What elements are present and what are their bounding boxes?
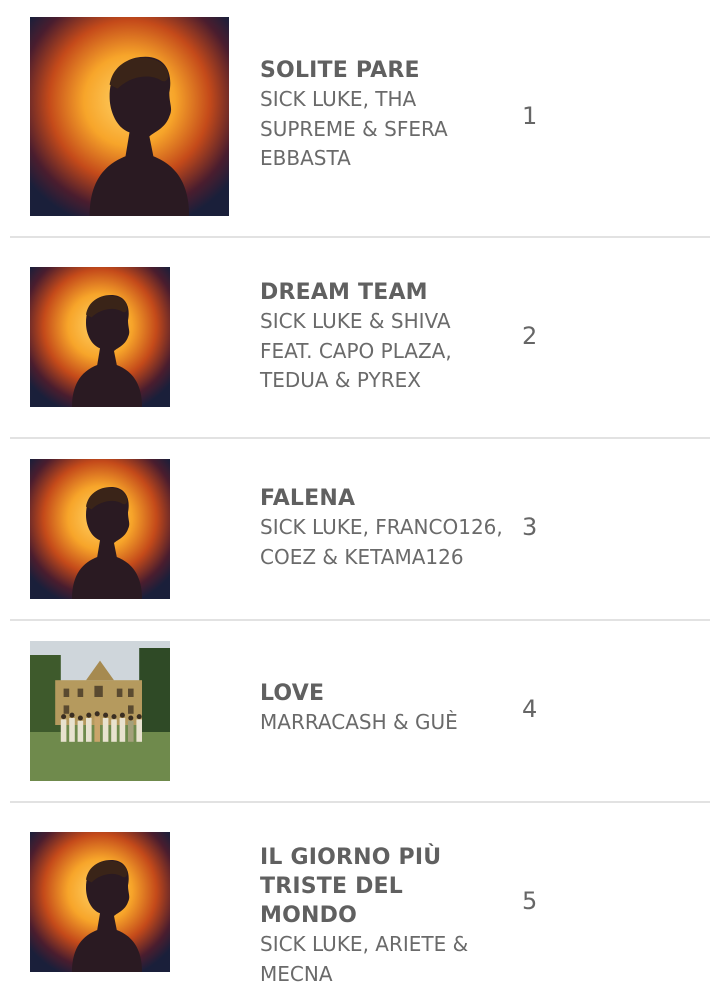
song-title: IL GIORNO PIÙ TRISTE DEL MONDO	[260, 845, 442, 928]
chart-rank: 4	[522, 695, 538, 723]
chart-list: SOLITE PARE SICK LUKE, THA SUPREME & SFE…	[0, 0, 720, 996]
song-artist: MARRACASH & GUÈ	[260, 710, 458, 734]
chart-rank: 3	[522, 513, 538, 541]
album-cover-portrait	[30, 832, 170, 972]
chart-row[interactable]: DREAM TEAM SICK LUKE & SHIVA FEAT. CAPO …	[10, 238, 710, 439]
chart-rank: 1	[522, 102, 538, 130]
chart-rank: 2	[522, 322, 538, 350]
song-artist: SICK LUKE, THA SUPREME & SFERA EBBASTA	[260, 87, 448, 170]
album-cover-portrait	[30, 267, 170, 407]
chart-row[interactable]: LOVE MARRACASH & GUÈ 4	[10, 621, 710, 803]
song-title: DREAM TEAM	[260, 280, 428, 305]
chart-row[interactable]: IL GIORNO PIÙ TRISTE DEL MONDO SICK LUKE…	[10, 803, 710, 996]
song-title: SOLITE PARE	[260, 58, 420, 83]
song-artist: SICK LUKE, ARIETE & MECNA	[260, 932, 469, 986]
song-title: FALENA	[260, 486, 356, 511]
album-cover-portrait	[30, 459, 170, 599]
album-cover-group-villa	[30, 641, 170, 781]
song-artist: SICK LUKE, FRANCO126, COEZ & KETAMA126	[260, 515, 503, 569]
chart-row[interactable]: SOLITE PARE SICK LUKE, THA SUPREME & SFE…	[10, 0, 710, 238]
chart-rank: 5	[522, 887, 538, 915]
song-title: LOVE	[260, 681, 325, 706]
album-cover-portrait	[30, 17, 229, 216]
chart-row[interactable]: FALENA SICK LUKE, FRANCO126, COEZ & KETA…	[10, 439, 710, 621]
song-artist: SICK LUKE & SHIVA FEAT. CAPO PLAZA, TEDU…	[260, 309, 452, 392]
